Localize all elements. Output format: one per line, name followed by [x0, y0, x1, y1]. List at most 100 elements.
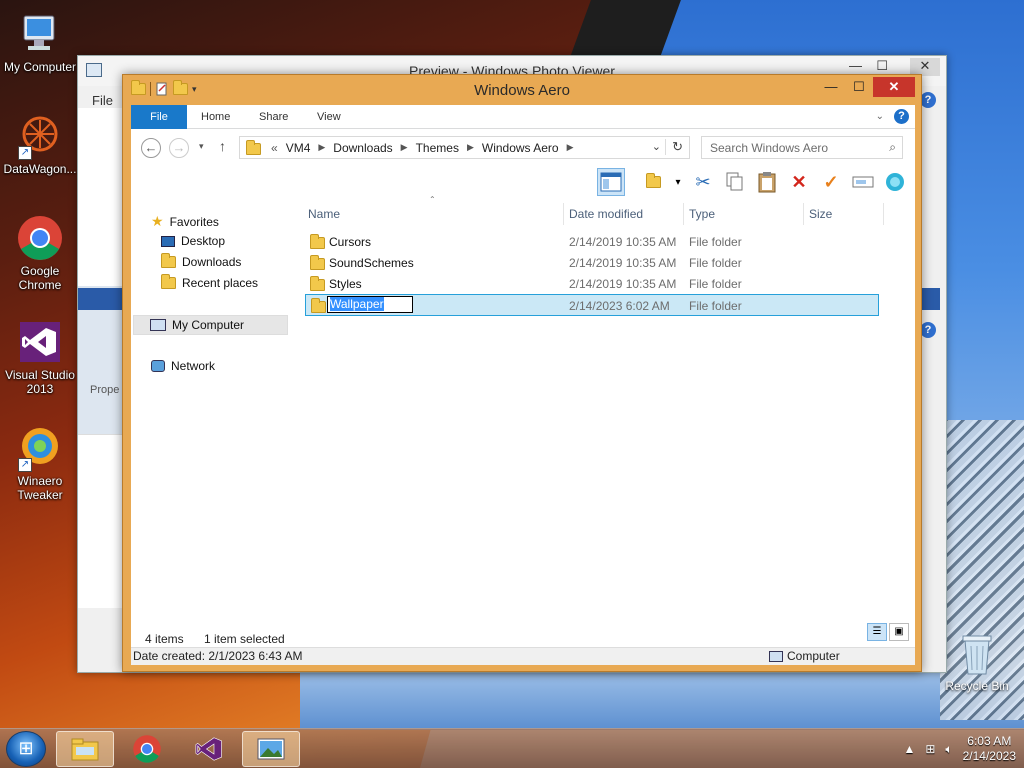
- maximize-icon[interactable]: ☐: [845, 77, 873, 97]
- clock[interactable]: 6:03 AM 2/14/2023: [963, 734, 1016, 764]
- nav-favorites[interactable]: ★ Favorites: [151, 213, 219, 230]
- file-explorer-icon: [71, 738, 99, 761]
- breadcrumb-vm4[interactable]: VM4 ▶: [286, 141, 334, 155]
- expand-ribbon-icon[interactable]: ⌄: [876, 111, 884, 122]
- chevron-right-icon[interactable]: ▶: [318, 142, 325, 153]
- downloads-folder-icon: [161, 253, 176, 268]
- help-icon[interactable]: ?: [920, 322, 936, 338]
- file-list: ⌃ Name Date modified Type Size Cursors 2…: [305, 195, 905, 631]
- checkmark-icon[interactable]: ✓: [817, 168, 845, 196]
- desktop-icon-visual-studio[interactable]: Visual Studio 2013: [0, 318, 80, 396]
- properties-label[interactable]: Prope: [90, 384, 119, 396]
- taskbar-explorer[interactable]: [56, 731, 114, 767]
- date-created: Date created: 2/1/2023 6:43 AM: [133, 649, 303, 663]
- table-row[interactable]: Styles 2/14/2019 10:35 AM File folder: [305, 274, 879, 294]
- tab-file[interactable]: File: [131, 105, 187, 129]
- copy-icon[interactable]: [721, 168, 749, 196]
- desktop-icon-label: Visual Studio 2013: [5, 368, 75, 396]
- computer-icon: [16, 10, 64, 58]
- breadcrumb-themes[interactable]: Themes ▶: [416, 141, 482, 155]
- row-date: 2/14/2023 6:02 AM: [569, 299, 670, 313]
- row-type: File folder: [689, 299, 742, 313]
- chevron-right-icon[interactable]: ▶: [401, 142, 408, 153]
- desktop-icon-winaero[interactable]: ↗ Winaero Tweaker: [0, 424, 80, 502]
- help-icon[interactable]: ?: [894, 109, 909, 124]
- details-view-icon[interactable]: ☰: [867, 623, 887, 641]
- show-hidden-icons-icon[interactable]: ▲: [903, 742, 915, 756]
- photo-viewer-panel: [78, 108, 126, 286]
- layout-icon[interactable]: [639, 168, 667, 196]
- table-row[interactable]: Cursors 2/14/2019 10:35 AM File folder: [305, 232, 879, 252]
- desktop-icon-chrome[interactable]: Google Chrome: [0, 214, 80, 292]
- column-header-type[interactable]: Type: [689, 207, 715, 221]
- row-type: File folder: [689, 256, 742, 270]
- explorer-titlebar[interactable]: ▾ Windows Aero — ☐ ✕: [123, 75, 921, 105]
- photo-viewer-file-menu[interactable]: File: [92, 93, 113, 108]
- paste-icon[interactable]: [753, 168, 781, 196]
- back-button[interactable]: ←: [141, 138, 161, 158]
- column-header-date-modified[interactable]: Date modified: [569, 207, 643, 221]
- row-date: 2/14/2019 10:35 AM: [569, 235, 677, 249]
- computer-icon: [150, 319, 166, 331]
- status-selected-count: 1 item selected: [204, 632, 285, 646]
- desktop-icon-label: My Computer: [3, 60, 77, 74]
- help-icon[interactable]: ?: [920, 92, 936, 108]
- desktop-icon-recycle-bin[interactable]: Recycle Bin: [942, 632, 1012, 693]
- chevron-right-icon[interactable]: ▶: [567, 142, 574, 153]
- tab-home[interactable]: Home: [187, 105, 244, 129]
- sort-up-icon: ⌃: [429, 195, 436, 204]
- address-dropdown-icon[interactable]: ⌄: [652, 140, 661, 153]
- minimize-icon[interactable]: —: [849, 58, 862, 73]
- maximize-icon[interactable]: ☐: [876, 58, 888, 74]
- cut-icon[interactable]: ✂: [689, 168, 717, 196]
- nav-recent-places[interactable]: Recent places: [161, 274, 258, 290]
- properties-icon[interactable]: [881, 168, 909, 196]
- address-row: ← → ▾ ↑ « VM4 ▶ Downloads ▶ Themes ▶ Window…: [131, 135, 915, 161]
- preview-pane-button[interactable]: [597, 168, 625, 196]
- column-header-size[interactable]: Size: [809, 207, 832, 221]
- table-row[interactable]: SoundSchemes 2/14/2019 10:35 AM File fol…: [305, 253, 879, 273]
- nav-desktop[interactable]: Desktop: [161, 234, 225, 248]
- refresh-icon[interactable]: ↻: [665, 139, 683, 155]
- search-icon: ⌕: [889, 140, 896, 154]
- explorer-window[interactable]: ▾ Windows Aero — ☐ ✕ File Home Share Vie…: [122, 74, 922, 672]
- taskbar-visual-studio[interactable]: [180, 731, 238, 767]
- network-icon[interactable]: ⊞: [925, 742, 935, 756]
- up-button[interactable]: ↑: [219, 138, 226, 154]
- delete-icon[interactable]: ✕: [785, 168, 813, 196]
- folder-icon: [310, 234, 325, 249]
- rename-input[interactable]: Wallpaper: [327, 296, 413, 313]
- tab-share[interactable]: Share: [245, 105, 302, 129]
- column-header-name[interactable]: Name: [308, 207, 340, 221]
- large-icons-view-icon[interactable]: ▣: [889, 623, 909, 641]
- breadcrumb-overflow-icon[interactable]: «: [271, 141, 278, 155]
- start-button[interactable]: [6, 731, 46, 767]
- recent-locations-icon[interactable]: ▾: [199, 141, 204, 152]
- nav-my-computer[interactable]: My Computer: [133, 315, 288, 335]
- minimize-icon[interactable]: —: [817, 77, 845, 97]
- nav-downloads[interactable]: Downloads: [161, 253, 241, 269]
- forward-button[interactable]: →: [169, 138, 189, 158]
- address-bar[interactable]: « VM4 ▶ Downloads ▶ Themes ▶ Windows Aero ▶ …: [239, 136, 690, 159]
- layout-dropdown-icon[interactable]: ▾: [671, 168, 685, 196]
- breadcrumb-downloads[interactable]: Downloads ▶: [333, 141, 415, 155]
- volume-icon[interactable]: 🔈︎: [945, 742, 952, 757]
- nav-network[interactable]: Network: [151, 359, 215, 373]
- taskbar-chrome[interactable]: [118, 731, 176, 767]
- taskbar-photo-viewer[interactable]: [242, 731, 300, 767]
- table-row-selected[interactable]: Wallpaper 2/14/2023 6:02 AM File folder: [305, 294, 879, 316]
- tab-view[interactable]: View: [303, 105, 355, 129]
- details-bar: Date created: 2/1/2023 6:43 AM Computer: [131, 647, 915, 665]
- breadcrumb-windows-aero[interactable]: Windows Aero ▶: [482, 141, 582, 155]
- row-type: File folder: [689, 277, 742, 291]
- desktop-icon-datawagon[interactable]: ↗ DataWagon...: [0, 112, 80, 176]
- ribbon-tabs: File Home Share View ⌄ ?: [131, 105, 915, 129]
- close-icon[interactable]: ✕: [873, 77, 915, 97]
- chevron-right-icon[interactable]: ▶: [467, 142, 474, 153]
- desktop-icon-my-computer[interactable]: My Computer: [0, 10, 80, 74]
- view-switcher: ☰ ▣: [867, 623, 909, 641]
- search-input[interactable]: Search Windows Aero ⌕: [701, 136, 903, 159]
- rename-icon[interactable]: [849, 168, 877, 196]
- navigation-pane: ★ Favorites Desktop Downloads Recent plac…: [131, 201, 301, 631]
- row-name: Cursors: [329, 235, 372, 249]
